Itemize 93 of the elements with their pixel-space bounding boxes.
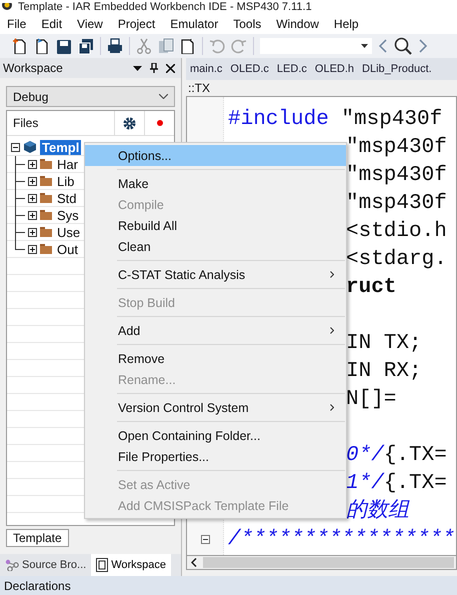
copy-icon[interactable] xyxy=(158,38,174,54)
expand-icon[interactable] xyxy=(28,194,37,202)
file-tab[interactable]: OLED.c xyxy=(230,63,269,75)
folder-icon xyxy=(40,159,52,169)
nodes-icon xyxy=(5,559,19,571)
code-line: /***************** xyxy=(228,528,455,550)
save-icon[interactable] xyxy=(56,38,72,54)
menu-item[interactable]: Help xyxy=(334,17,359,31)
window-title: Template - IAR Embedded Workbench IDE - MSP430 7.11.1 xyxy=(18,0,312,14)
code-line: #include "msp430f xyxy=(228,108,442,130)
chevron-down-icon xyxy=(159,94,168,99)
code-line: "msp430f xyxy=(346,164,447,186)
menu-option[interactable]: Add xyxy=(85,320,346,341)
document-icon xyxy=(96,558,108,572)
scrollbar-thumb[interactable] xyxy=(203,557,454,568)
expand-icon[interactable] xyxy=(28,210,37,220)
code-line: 的数组 xyxy=(346,500,409,522)
menu-option[interactable]: File Properties... xyxy=(85,446,346,467)
configuration-dropdown[interactable]: Debug xyxy=(6,86,175,107)
expand-icon[interactable] xyxy=(28,228,37,236)
menu-item[interactable]: View xyxy=(77,17,103,31)
fold-icon[interactable] xyxy=(200,534,210,544)
panel-tab[interactable]: Source Bro... xyxy=(0,554,92,576)
menu-option[interactable]: Rebuild All xyxy=(85,215,346,236)
folder-icon xyxy=(40,244,52,254)
code-line: "msp430f xyxy=(346,192,447,214)
new-document-icon[interactable] xyxy=(34,38,50,54)
folder-icon xyxy=(40,210,52,220)
menu-item[interactable]: File xyxy=(7,17,26,31)
dropdown-arrow-icon[interactable] xyxy=(133,66,142,70)
file-tab[interactable]: OLED.h xyxy=(314,63,354,75)
dropdown-arrow-icon xyxy=(361,44,368,48)
menu-item[interactable]: Emulator xyxy=(170,17,218,31)
tree-branch-line xyxy=(15,172,25,190)
expand-icon[interactable] xyxy=(28,160,37,168)
menu-option[interactable]: Options... xyxy=(85,145,346,166)
tree-item[interactable]: Out xyxy=(55,242,80,256)
scope-label: ::TX xyxy=(187,80,212,96)
folder-icon xyxy=(40,227,52,237)
menu-item[interactable]: Project xyxy=(118,17,156,31)
app-logo-icon xyxy=(2,3,12,11)
code-line: N[]= xyxy=(346,388,396,410)
code-line: IN TX; xyxy=(346,332,422,354)
menu-item[interactable]: Window xyxy=(276,17,319,31)
menu-option[interactable]: Version Control System xyxy=(85,397,346,418)
code-line: ruct xyxy=(346,276,396,298)
tree-item[interactable]: Har xyxy=(55,156,80,172)
expand-icon[interactable] xyxy=(28,244,37,254)
menu-option[interactable]: Remove xyxy=(85,348,346,369)
tree-branch-line xyxy=(15,156,25,172)
menu-option[interactable]: Clean xyxy=(85,236,346,257)
folder-icon xyxy=(40,176,52,186)
tree-item[interactable]: Use xyxy=(55,224,82,240)
horizontal-scrollbar[interactable] xyxy=(186,556,457,570)
cube-icon xyxy=(24,141,36,153)
gear-icon xyxy=(123,116,136,130)
tree-item[interactable]: Templ xyxy=(40,140,82,154)
status-label: Declarations xyxy=(4,578,71,592)
menu-option[interactable]: C-STAT Static Analysis xyxy=(85,264,346,285)
tree-item[interactable]: Lib xyxy=(55,174,76,188)
code-line: <stdarg. xyxy=(346,248,447,270)
pin-icon[interactable] xyxy=(150,63,158,73)
column-header: Files xyxy=(12,115,40,132)
tree-item[interactable]: Std xyxy=(55,190,79,206)
scroll-left-icon[interactable] xyxy=(191,558,197,567)
tree-branch-line xyxy=(15,190,25,206)
folder-icon xyxy=(40,193,52,203)
panel-tab[interactable]: Workspace xyxy=(91,554,172,576)
tree-item[interactable]: Sys xyxy=(55,208,81,222)
search-combo-field[interactable] xyxy=(260,38,372,54)
panel-title: Workspace xyxy=(3,61,64,75)
menu-item[interactable]: Edit xyxy=(41,17,62,31)
save-all-icon[interactable] xyxy=(78,38,94,54)
new-file-icon[interactable] xyxy=(12,38,28,54)
file-tab[interactable]: LED.c xyxy=(276,63,307,75)
close-icon[interactable] xyxy=(166,64,175,72)
menu-option[interactable]: Make xyxy=(85,173,346,194)
print-icon[interactable] xyxy=(107,38,123,54)
breakpoint-dot-icon xyxy=(156,120,162,126)
expand-icon[interactable] xyxy=(28,176,37,186)
search-icon[interactable] xyxy=(394,37,412,55)
code-line: 0*/{.TX= xyxy=(346,444,447,466)
code-line: 1*/{.TX= xyxy=(346,472,447,494)
collapse-icon[interactable] xyxy=(11,142,20,152)
code-line: "msp430f xyxy=(346,136,447,158)
file-tab[interactable]: DLib_Product. xyxy=(362,63,432,75)
tree-branch-line xyxy=(15,206,25,224)
project-tab[interactable]: Template xyxy=(6,529,69,547)
code-line: IN RX; xyxy=(346,360,422,382)
code-line: <stdio.h xyxy=(346,220,447,242)
menu-option[interactable]: Open Containing Folder... xyxy=(85,425,346,446)
file-tab[interactable]: main.c xyxy=(190,63,222,75)
menu-item[interactable]: Tools xyxy=(233,17,262,31)
